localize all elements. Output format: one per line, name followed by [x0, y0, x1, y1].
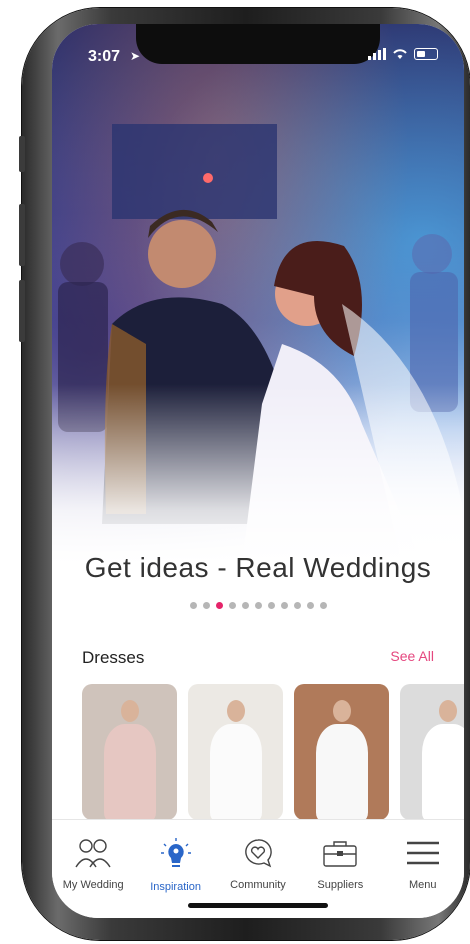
section-title: Dresses	[82, 648, 145, 667]
pager-dot[interactable]	[306, 602, 314, 609]
gown-shape	[209, 724, 262, 820]
lightbulb-icon	[156, 838, 196, 875]
pager-dot[interactable]	[228, 602, 236, 609]
mute-switch	[19, 136, 25, 172]
pager-dot[interactable]	[280, 602, 288, 609]
status-time: 3:07	[88, 48, 121, 65]
bottom-tab-bar: My Wedding Inspiration Community Suppliers M…	[52, 819, 464, 918]
pager-dot[interactable]	[189, 602, 197, 609]
screen: 3:07 ➤ Get ideas - Real Weddings Dresses…	[52, 24, 464, 918]
tab-label: Inspiration	[150, 881, 201, 893]
pager-dot[interactable]	[215, 602, 223, 609]
heart-chat-icon	[238, 838, 278, 873]
dresses-section-header: Dresses See All	[82, 648, 434, 668]
signal-icon	[368, 48, 386, 60]
tab-community[interactable]: Community	[219, 838, 297, 893]
location-icon: ➤	[130, 49, 141, 63]
tab-label: Community	[230, 879, 286, 891]
wifi-icon	[393, 49, 407, 59]
volume-up-button	[19, 204, 25, 266]
tab-my-wedding[interactable]: My Wedding	[54, 838, 132, 893]
pager-dot[interactable]	[241, 602, 249, 609]
pager-dot[interactable]	[254, 602, 262, 609]
tab-label: Menu	[408, 879, 437, 891]
pager-dot[interactable]	[267, 602, 275, 609]
tab-inspiration[interactable]: Inspiration	[137, 838, 215, 893]
dress-card-outdoor[interactable]	[294, 684, 389, 820]
pager-dot[interactable]	[202, 602, 210, 609]
briefcase-icon	[320, 838, 360, 873]
see-all-link[interactable]: See All	[390, 648, 434, 668]
model-head	[438, 700, 457, 722]
hero-image[interactable]	[52, 24, 464, 564]
model-head	[332, 700, 351, 722]
tab-suppliers[interactable]: Suppliers	[301, 838, 379, 893]
home-indicator	[188, 903, 328, 908]
status-bar: 3:07 ➤	[52, 24, 464, 74]
tab-label: Suppliers	[317, 879, 364, 891]
tab-label: My Wedding	[62, 879, 124, 891]
pager-dot[interactable]	[293, 602, 301, 609]
gown-shape	[421, 724, 464, 820]
dresses-carousel[interactable]	[82, 684, 464, 820]
hamburger-icon	[403, 838, 443, 873]
pager-dot[interactable]	[319, 602, 327, 609]
volume-down-button	[19, 280, 25, 342]
hero-title: Get ideas - Real Weddings	[84, 552, 432, 583]
dress-card-runway[interactable]	[82, 684, 177, 820]
hero-fade-overlay	[52, 384, 464, 564]
dress-card-vneck[interactable]	[188, 684, 283, 820]
dress-card-studio[interactable]	[400, 684, 464, 820]
battery-icon	[414, 48, 438, 60]
model-head	[226, 700, 245, 722]
carousel-pager[interactable]	[52, 602, 464, 609]
couple-icon	[73, 838, 113, 873]
gown-shape	[315, 724, 368, 820]
model-head	[120, 700, 139, 722]
tab-menu[interactable]: Menu	[384, 838, 462, 893]
gown-shape	[103, 724, 156, 820]
notch	[136, 24, 380, 64]
